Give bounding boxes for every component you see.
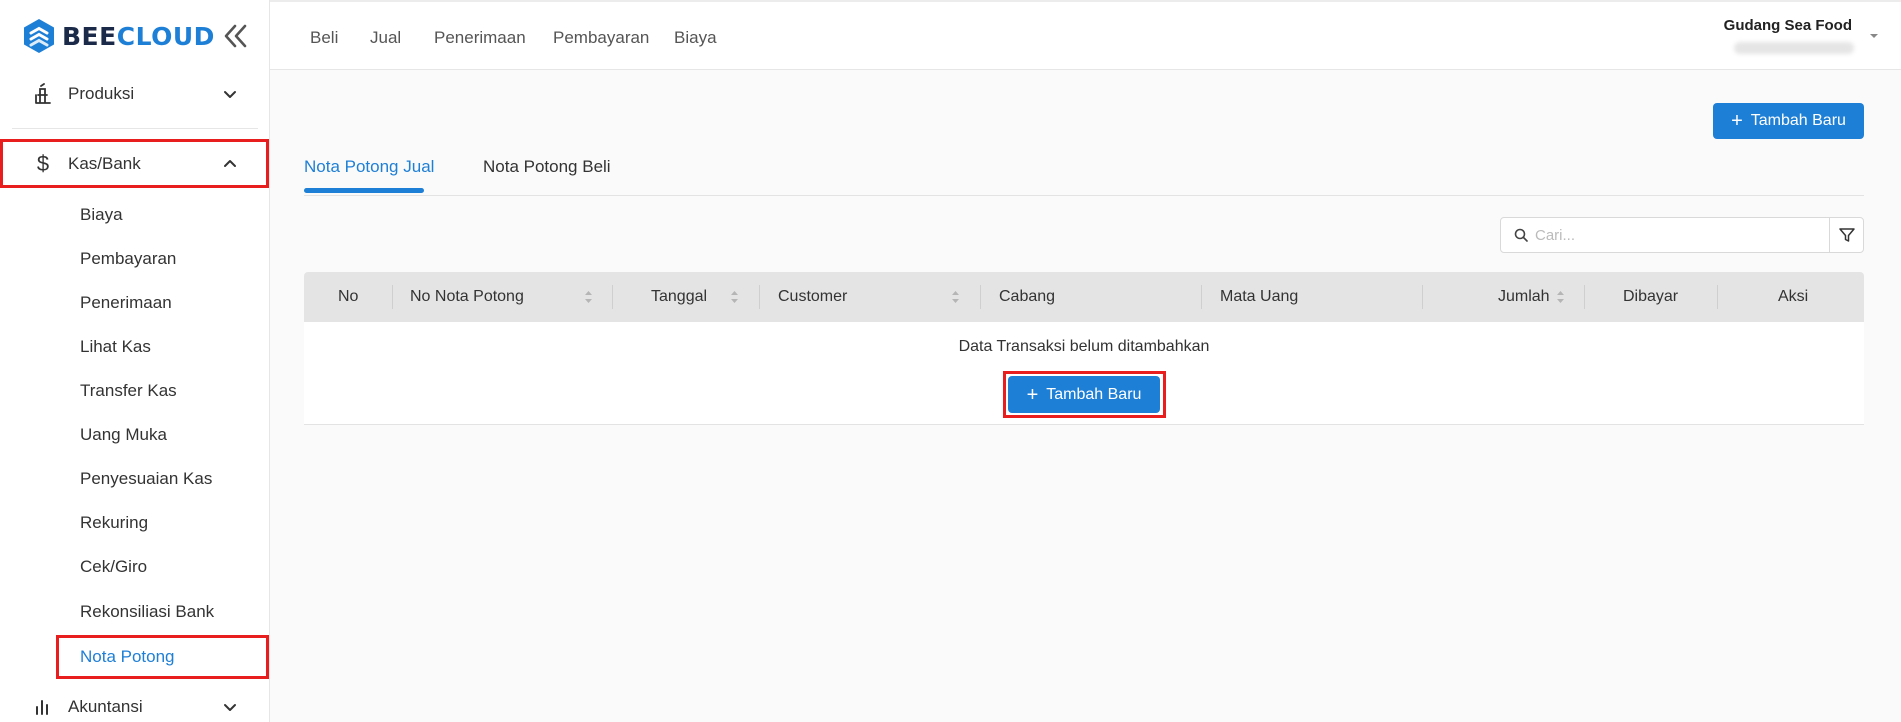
column-separator (392, 285, 393, 309)
chevron-down-icon (224, 91, 236, 98)
column-header-jumlah[interactable]: Jumlah (1498, 272, 1550, 322)
sort-icon[interactable] (584, 290, 593, 304)
column-header-customer[interactable]: Customer (778, 272, 847, 322)
column-header-mata-uang: Mata Uang (1220, 288, 1299, 305)
empty-state-add-button[interactable]: + Tambah Baru (1008, 376, 1160, 413)
logo-text-bee: BEE (62, 21, 117, 51)
column-separator (759, 285, 760, 309)
column-header-dibayar: Dibayar (1623, 288, 1679, 305)
column-header-tanggal[interactable]: Tanggal (651, 272, 707, 322)
tab-active-indicator (304, 188, 424, 193)
factory-icon (32, 83, 54, 105)
sidebar-group-kas-bank[interactable]: $ Kas/Bank (0, 139, 270, 189)
sort-icon[interactable] (1556, 290, 1565, 304)
sidebar-item-lihat-kas[interactable]: Lihat Kas (80, 337, 151, 357)
column-separator (1717, 285, 1718, 309)
topnav-jual[interactable]: Jual (370, 28, 401, 48)
sidebar-item-transfer-kas[interactable]: Transfer Kas (80, 381, 177, 401)
empty-state-add-button-label: Tambah Baru (1046, 385, 1142, 403)
sidebar-item-biaya[interactable]: Biaya (80, 205, 123, 225)
sidebar-group-produksi[interactable]: Produksi (0, 69, 270, 119)
sidebar-item-rekuring[interactable]: Rekuring (80, 513, 148, 533)
tab-baseline (304, 195, 1864, 196)
table-header: No No Nota Potong Tanggal Customer Caban… (304, 272, 1864, 322)
topnav-pembayaran[interactable]: Pembayaran (553, 28, 649, 48)
user-email-redacted (1734, 42, 1854, 54)
sidebar-group-label: Produksi (68, 84, 135, 103)
search-input[interactable] (1535, 218, 1815, 252)
column-separator (1201, 285, 1202, 309)
sidebar-group-label: Kas/Bank (68, 154, 141, 173)
topnav-beli[interactable]: Beli (310, 28, 338, 48)
caret-down-icon[interactable] (1869, 32, 1879, 40)
sidebar-item-rekonsiliasi-bank[interactable]: Rekonsiliasi Bank (80, 602, 214, 622)
sidebar-item-uang-muka[interactable]: Uang Muka (80, 425, 167, 445)
dollar-icon: $ (36, 151, 50, 176)
sidebar-item-penyesuaian-kas[interactable]: Penyesuaian Kas (80, 469, 212, 489)
column-header-no: No (338, 288, 359, 305)
beecloud-logo[interactable]: BEECLOUD (22, 18, 215, 54)
bar-chart-icon (32, 696, 54, 718)
tab-nota-potong-jual[interactable]: Nota Potong Jual (304, 157, 434, 177)
tab-nota-potong-beli[interactable]: Nota Potong Beli (483, 157, 611, 177)
column-header-no-nota-potong[interactable]: No Nota Potong (410, 272, 524, 322)
sidebar-divider (12, 128, 258, 129)
plus-icon: + (1026, 383, 1039, 406)
double-chevron-left-icon[interactable] (222, 22, 248, 50)
topnav-penerimaan[interactable]: Penerimaan (434, 28, 526, 48)
logo-text-cloud: CLOUD (116, 21, 215, 51)
company-name[interactable]: Gudang Sea Food (1724, 17, 1852, 34)
search-field[interactable] (1500, 217, 1830, 253)
column-separator (1422, 285, 1423, 309)
sidebar: BEECLOUD Produksi $ Kas/Bank Biaya Pemba… (0, 0, 270, 722)
column-header-aksi: Aksi (1778, 288, 1809, 305)
column-separator (1584, 285, 1585, 309)
logo-text: BEECLOUD (62, 22, 215, 51)
topnav-biaya[interactable]: Biaya (674, 28, 717, 48)
plus-icon: + (1731, 110, 1743, 132)
add-new-button-label: Tambah Baru (1750, 112, 1846, 129)
sidebar-item-penerimaan[interactable]: Penerimaan (80, 293, 172, 313)
sidebar-item-nota-potong[interactable]: Nota Potong (80, 647, 175, 667)
sort-icon[interactable] (730, 290, 739, 304)
sidebar-group-label: Akuntansi (68, 697, 143, 716)
sidebar-item-pembayaran[interactable]: Pembayaran (80, 249, 176, 269)
beecloud-logo-icon (24, 19, 54, 53)
add-new-button[interactable]: + Tambah Baru (1713, 103, 1864, 139)
search-icon (1514, 228, 1528, 242)
sort-icon[interactable] (951, 290, 960, 304)
chevron-down-icon (224, 704, 236, 711)
sidebar-item-cek-giro[interactable]: Cek/Giro (80, 557, 147, 577)
top-navbar: Beli Jual Penerimaan Pembayaran Biaya Gu… (270, 0, 1901, 70)
sidebar-group-akuntansi[interactable]: Akuntansi (0, 682, 270, 722)
filter-button[interactable] (1829, 217, 1864, 253)
chevron-up-icon (224, 160, 236, 167)
column-separator (612, 285, 613, 309)
filter-icon (1838, 228, 1855, 242)
column-separator (980, 285, 981, 309)
empty-state-text: Data Transaksi belum ditambahkan (958, 338, 1210, 355)
column-header-cabang: Cabang (999, 288, 1056, 305)
